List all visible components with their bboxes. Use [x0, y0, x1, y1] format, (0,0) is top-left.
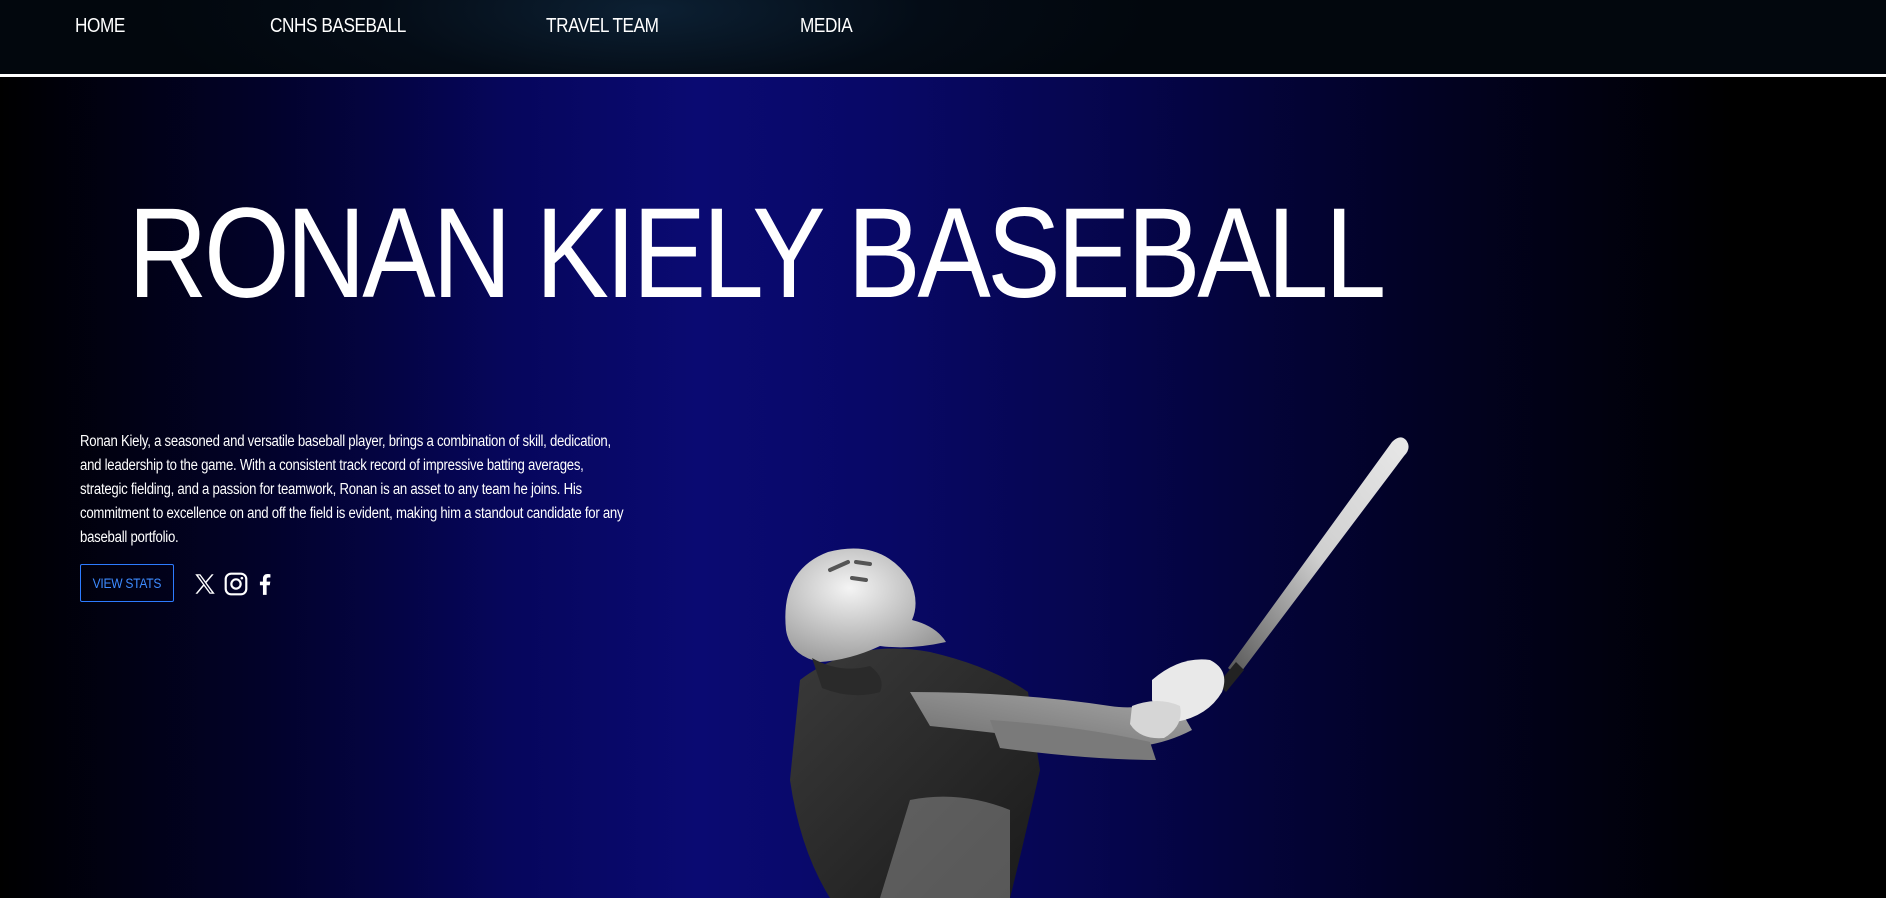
x-twitter-icon[interactable] [192, 571, 218, 597]
nav-home-link[interactable]: HOME [75, 15, 125, 38]
batter-silhouette [785, 437, 1409, 898]
view-stats-label: VIEW STATS [92, 575, 162, 591]
player-bio: Ronan Kiely, a seasoned and versatile ba… [80, 433, 624, 546]
instagram-icon[interactable] [223, 571, 249, 597]
page-title: RONAN KIELY BASEBALL [128, 182, 1386, 325]
nav-cnhs-baseball-link[interactable]: CNHS BASEBALL [270, 15, 406, 38]
top-navbar: HOME CNHS BASEBALL TRAVEL TEAM MEDIA [0, 0, 1886, 77]
nav-media-link[interactable]: MEDIA [800, 15, 853, 38]
view-stats-button[interactable]: VIEW STATS [80, 564, 174, 602]
facebook-icon[interactable] [252, 571, 278, 597]
nav-travel-team-link[interactable]: TRAVEL TEAM [546, 15, 659, 38]
batter-photo [760, 430, 1420, 898]
